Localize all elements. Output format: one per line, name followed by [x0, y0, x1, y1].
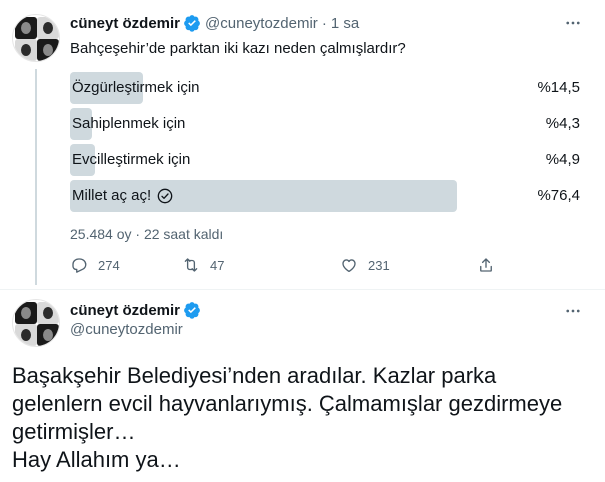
avatar-tile [37, 324, 59, 346]
tweet-text-line: Hay Allahım ya… [12, 447, 181, 472]
reply-count: 274 [98, 257, 120, 273]
reply-button[interactable]: 274 [70, 256, 120, 274]
poll-option-percent: %76,4 [537, 187, 580, 204]
poll-option-percent: %4,3 [545, 115, 580, 132]
avatar-tile [15, 17, 37, 39]
tweet-divider [0, 289, 605, 290]
avatar[interactable] [12, 299, 60, 347]
tweet-header: cüneyt özdemir [70, 301, 201, 319]
tweet-text-line: getirmişler… [12, 419, 136, 444]
poll-option: Evcilleştirmek için %4,9 [70, 144, 580, 176]
like-button[interactable]: 231 [340, 256, 390, 274]
poll-question: Bahçeşehir’de parktan iki kazı neden çal… [70, 40, 406, 57]
more-icon[interactable] [562, 12, 584, 34]
avatar-tile [15, 39, 37, 61]
avatar-tile [37, 17, 59, 39]
avatar-tile [15, 324, 37, 346]
author-handle[interactable]: @cuneytozdemir [70, 321, 183, 338]
avatar-tile [37, 39, 59, 61]
more-icon[interactable] [562, 300, 584, 322]
poll-option-label: Özgürleştirmek için [72, 79, 200, 96]
reply-icon [72, 258, 87, 273]
tweet-header: cüneyt özdemir @cuneytozdemir · 1 sa [70, 14, 359, 32]
verified-icon [184, 302, 200, 319]
share-icon [480, 258, 492, 272]
avatar-tile [37, 302, 59, 324]
like-count: 231 [368, 257, 390, 273]
poll-meta: 25.484 oy · 22 saat kaldı [70, 226, 224, 242]
poll-option-percent: %14,5 [537, 79, 580, 96]
tweet-poll[interactable]: cüneyt özdemir @cuneytozdemir · 1 sa Bah… [0, 0, 605, 290]
avatar[interactable] [12, 14, 60, 62]
poll-option-winner: Millet aç aç! %76,4 [70, 180, 580, 212]
poll-option: Özgürleştirmek için %14,5 [70, 72, 580, 104]
tweet-timestamp[interactable]: 1 sa [331, 15, 359, 32]
tweet-text: Başakşehir Belediyesi’nden aradılar. Kaz… [12, 362, 592, 474]
tweet-text-line: gelenlern evcil hayvanlarıymış. Çalmamış… [12, 391, 563, 416]
verified-icon [184, 15, 200, 32]
poll-option-label: Evcilleştirmek için [72, 151, 191, 168]
poll: Özgürleştirmek için %14,5 Sahiplenmek iç… [70, 72, 580, 216]
poll-option-label: Millet aç aç! [70, 187, 173, 204]
retweet-icon [184, 258, 198, 272]
avatar-tile [15, 302, 37, 324]
thread-line [35, 69, 37, 285]
separator-dot: · [321, 14, 327, 32]
poll-option: Sahiplenmek için %4,3 [70, 108, 580, 140]
author-name[interactable]: cüneyt özdemir [70, 302, 180, 319]
share-button[interactable] [477, 256, 505, 274]
checkmark-circle-icon [157, 188, 173, 203]
poll-option-label: Sahiplenmek için [72, 115, 186, 132]
author-name[interactable]: cüneyt özdemir [70, 15, 180, 32]
author-handle[interactable]: @cuneytozdemir [205, 15, 318, 32]
retweet-button[interactable]: 47 [182, 256, 224, 274]
like-icon [342, 259, 356, 273]
poll-option-percent: %4,9 [545, 151, 580, 168]
tweet-text-line: Başakşehir Belediyesi’nden aradılar. Kaz… [12, 363, 497, 388]
retweet-count: 47 [210, 257, 225, 273]
tweet-actions: 274 47 231 [70, 256, 500, 278]
